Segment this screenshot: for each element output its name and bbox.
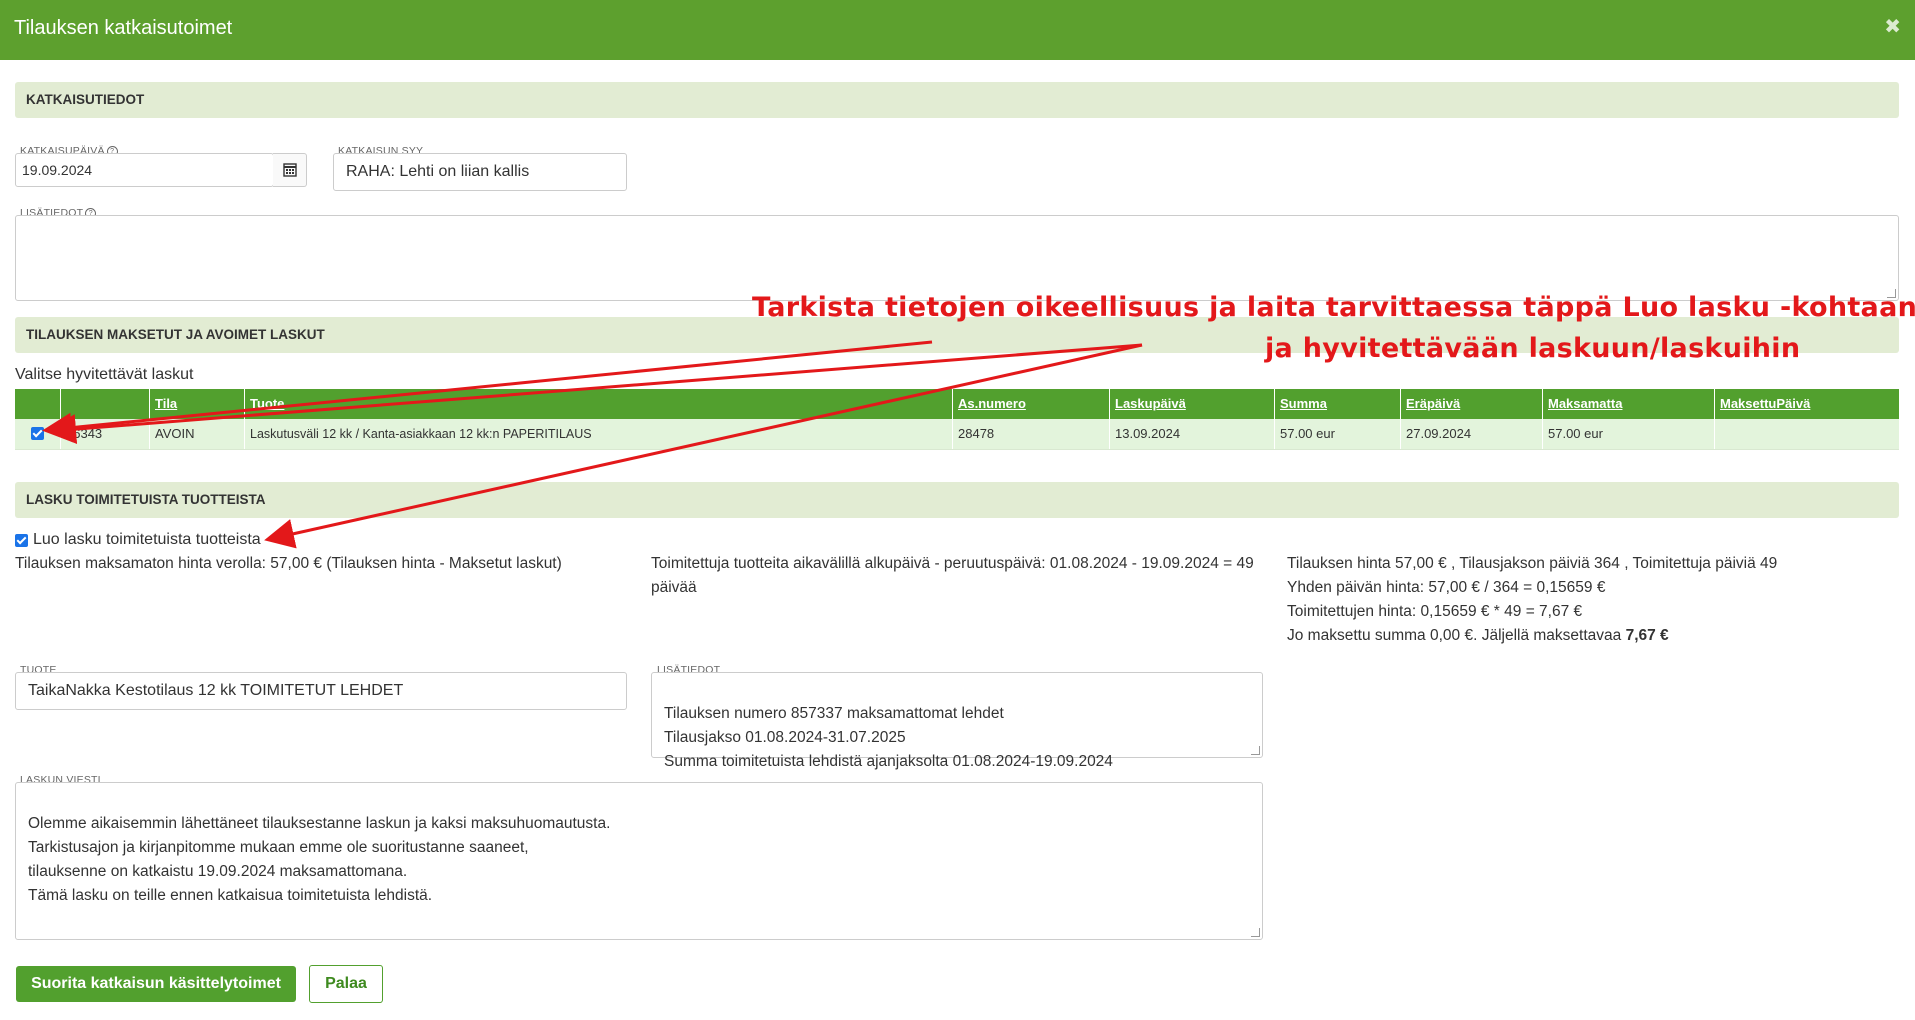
annotation-arrow	[46, 343, 1143, 445]
annotation-arrow	[264, 343, 1143, 549]
annotation-arrows	[42, 340, 1143, 549]
annotation-arrow	[42, 340, 933, 443]
